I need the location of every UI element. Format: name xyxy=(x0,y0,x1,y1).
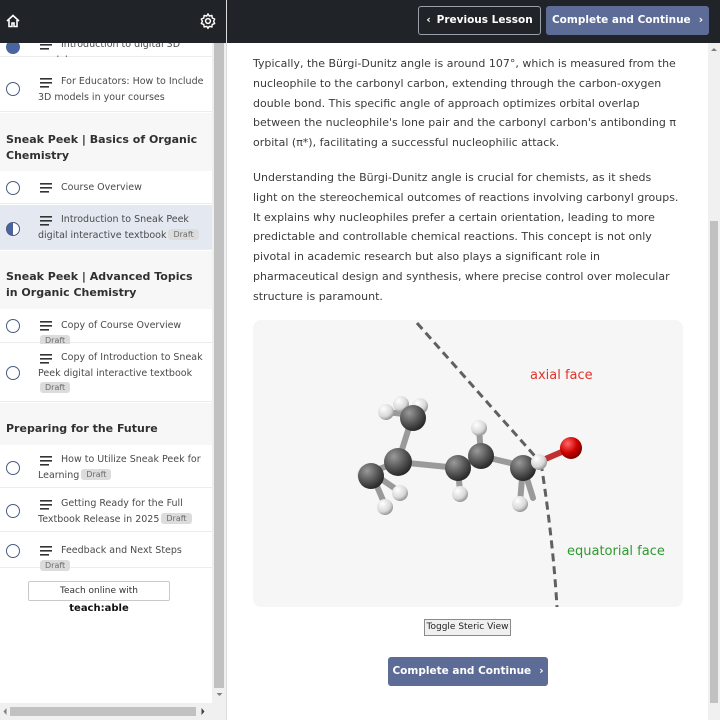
lesson-label-text: Introduction to Sneak Peek digital inter… xyxy=(38,214,189,241)
lesson-label-text: Course Overview xyxy=(61,182,142,193)
hydrogen-atom xyxy=(471,420,487,436)
oxygen-atom xyxy=(560,437,582,459)
previous-lesson-label: Previous Lesson xyxy=(436,14,533,26)
carbon-atom xyxy=(384,448,412,476)
lesson-label-text: Feedback and Next Steps xyxy=(61,545,182,556)
lesson-status-icon xyxy=(6,319,20,333)
lesson-paragraph: Understanding the Bürgi-Dunitz angle is … xyxy=(253,171,679,303)
section-title: Sneak Peek | Basics of Organic Chemistry xyxy=(6,133,198,162)
sidebar-scroll-thumb[interactable] xyxy=(214,43,224,688)
lesson-item[interactable]: Feedback and Next Steps Draft xyxy=(0,533,212,571)
lesson-status-icon xyxy=(6,461,20,475)
lesson-label-text: Copy of Course Overview xyxy=(61,320,182,331)
scroll-left-arrow-icon[interactable] xyxy=(0,703,10,720)
complete-continue-label: Complete and Continue xyxy=(551,14,691,26)
lesson-label: Course Overview xyxy=(38,180,208,196)
draft-badge: Draft xyxy=(40,382,71,393)
hydrogen-atom xyxy=(378,404,394,420)
lesson-item[interactable]: For Educators: How to Include 3D models … xyxy=(0,57,212,112)
chevron-right-icon: › xyxy=(539,665,544,677)
complete-continue-bottom-label: Complete and Continue xyxy=(392,665,532,677)
draft-badge: Draft xyxy=(168,228,199,240)
home-icon[interactable] xyxy=(4,12,22,30)
axial-face-label: axial face xyxy=(530,368,593,383)
carbon-atom xyxy=(400,405,426,431)
lesson-item-current[interactable]: Introduction to Sneak Peek digital inter… xyxy=(0,205,212,250)
lesson-status-icon xyxy=(6,366,20,380)
lesson-item[interactable]: Course Overview xyxy=(0,171,212,204)
carbon-atom xyxy=(445,455,471,481)
teachable-badge[interactable]: Teach online with teach:able xyxy=(28,581,170,614)
sidebar-lesson-list[interactable]: Introduction to digital 3D models For Ed… xyxy=(0,43,212,703)
gear-icon[interactable] xyxy=(199,12,217,30)
content-vertical-scrollbar[interactable] xyxy=(708,43,720,720)
teachable-badge-prefix: Teach online with xyxy=(60,586,138,596)
draft-badge: Draft xyxy=(40,559,71,571)
content-scroll-thumb[interactable] xyxy=(710,221,718,703)
lesson-item[interactable]: Introduction to digital 3D models xyxy=(0,43,212,66)
sidebar-topbar xyxy=(0,0,226,43)
lesson-complete-icon xyxy=(6,43,20,54)
app-window: Introduction to digital 3D models For Ed… xyxy=(0,0,720,720)
teachable-logo: teach:able xyxy=(69,603,129,614)
lesson-paragraph: Typically, the Bürgi-Dunitz angle is aro… xyxy=(253,57,676,150)
lesson-label-text: How to Utilize Sneak Peek for Learning xyxy=(38,454,201,481)
lesson-label: Getting Ready for the Full Textbook Rele… xyxy=(38,496,208,527)
equatorial-face-label: equatorial face xyxy=(567,544,665,559)
lesson-label: Copy of Introduction to Sneak Peek digit… xyxy=(38,350,208,397)
scroll-up-arrow-icon[interactable] xyxy=(708,43,720,55)
lesson-item[interactable]: How to Utilize Sneak Peek for Learning Dr… xyxy=(0,445,212,488)
equatorial-approach-line xyxy=(539,462,559,607)
lesson-label: Introduction to Sneak Peek digital inter… xyxy=(38,212,208,243)
hydrogen-atom xyxy=(531,454,547,470)
toggle-steric-view-button[interactable]: Toggle Steric View xyxy=(424,619,511,636)
lesson-label: For Educators: How to Include 3D models … xyxy=(38,74,208,105)
previous-lesson-button[interactable]: ‹ Previous Lesson xyxy=(418,6,541,35)
hydrogen-atom xyxy=(512,496,528,512)
molecule-model[interactable] xyxy=(253,320,683,607)
lesson-label: Feedback and Next Steps Draft xyxy=(38,543,208,574)
lesson-label-text: Copy of Introduction to Sneak Peek digit… xyxy=(38,352,203,379)
lesson-status-icon xyxy=(6,82,20,96)
lesson-item[interactable]: Getting Ready for the Full Textbook Rele… xyxy=(0,489,212,532)
sidebar-vertical-scrollbar[interactable] xyxy=(212,43,227,703)
sidebar-horizontal-scrollbar[interactable] xyxy=(0,703,226,720)
carbon-atom xyxy=(468,443,494,469)
course-sidebar: Introduction to digital 3D models For Ed… xyxy=(0,0,227,720)
section-title: Preparing for the Future xyxy=(6,422,158,435)
lesson-label-text: For Educators: How to Include 3D models … xyxy=(38,76,204,103)
scroll-down-arrow-icon[interactable] xyxy=(212,689,227,701)
hydrogen-atom xyxy=(452,486,468,502)
scroll-right-arrow-icon[interactable] xyxy=(198,703,208,720)
chevron-left-icon: ‹ xyxy=(426,14,431,26)
lesson-status-icon xyxy=(6,544,20,558)
complete-and-continue-button[interactable]: Complete and Continue › xyxy=(546,6,709,35)
hydrogen-atom xyxy=(377,499,393,515)
lesson-status-icon xyxy=(6,181,20,195)
draft-badge: Draft xyxy=(81,468,112,480)
lesson-item[interactable]: Copy of Course OverviewDraft xyxy=(0,309,212,346)
hydrogen-atom xyxy=(392,485,408,501)
lesson-item[interactable]: Copy of Introduction to Sneak Peek digit… xyxy=(0,344,212,402)
lesson-status-icon xyxy=(6,504,20,518)
carbon-atom xyxy=(358,463,384,489)
complete-and-continue-bottom-button[interactable]: Complete and Continue › xyxy=(388,657,548,686)
lesson-content: Typically, the Bürgi-Dunitz angle is aro… xyxy=(227,43,708,720)
sidebar-hscroll-thumb[interactable] xyxy=(10,707,196,716)
lesson-label: How to Utilize Sneak Peek for Learning Dr… xyxy=(38,452,208,483)
draft-badge: Draft xyxy=(161,512,192,524)
molecule-3d-viewer[interactable]: axial face equatorial face xyxy=(253,320,683,607)
chevron-right-icon: › xyxy=(698,14,704,26)
section-title: Sneak Peek | Advanced Topics in Organic … xyxy=(6,270,193,299)
lesson-in-progress-icon xyxy=(6,222,20,236)
